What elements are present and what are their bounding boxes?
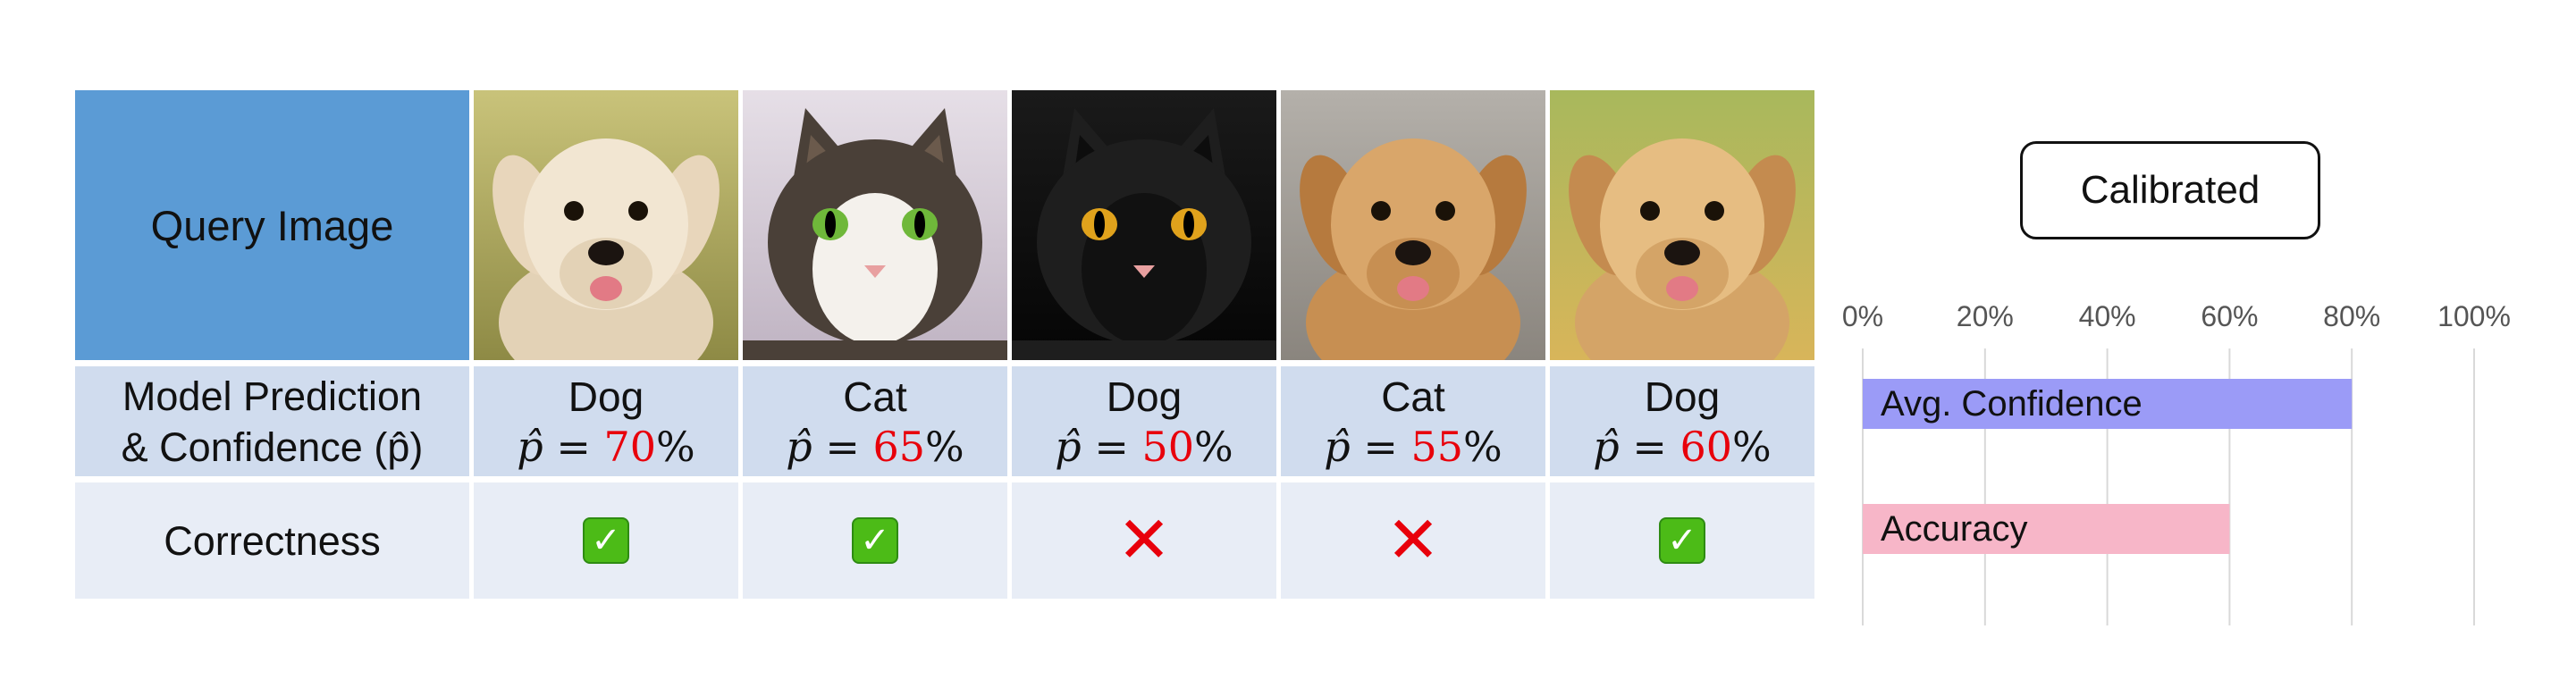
prediction-row-label: Model Prediction & Confidence (p̂) <box>75 366 469 476</box>
query-image-2 <box>743 90 1007 360</box>
tick-label: 20% <box>1957 300 2014 332</box>
prediction-table: Query Image Model Prediction & Confidenc… <box>75 90 1814 599</box>
prediction-label-line1: Model Prediction <box>122 373 423 419</box>
check-icon: ✓ <box>1659 517 1705 564</box>
tick-label: 100% <box>2437 300 2511 332</box>
calibrated-label: Calibrated <box>2080 168 2260 212</box>
query-image-label: Query Image <box>150 201 394 249</box>
confidence-value: p̂ = 50% <box>1055 422 1233 471</box>
predicted-class: Dog <box>568 373 644 420</box>
check-icon: ✓ <box>852 517 898 564</box>
prediction-cell-1: Dog p̂ = 70% <box>474 366 738 476</box>
tick-label: 60% <box>2201 300 2258 332</box>
correctness-cell-3: ✕ <box>1012 482 1276 599</box>
check-icon: ✓ <box>583 517 629 564</box>
predicted-class: Cat <box>1381 373 1445 420</box>
predicted-class: Dog <box>1106 373 1183 420</box>
prediction-cell-5: Dog p̂ = 60% <box>1550 366 1814 476</box>
query-image-4 <box>1281 90 1545 360</box>
confidence-value: p̂ = 70% <box>517 422 695 471</box>
prediction-cell-2: Cat p̂ = 65% <box>743 366 1007 476</box>
correctness-label: Correctness <box>164 517 381 564</box>
prediction-cell-3: Dog p̂ = 50% <box>1012 366 1276 476</box>
confidence-value: p̂ = 60% <box>1593 422 1772 471</box>
correctness-cell-4: ✕ <box>1281 482 1545 599</box>
dog-photo <box>474 90 738 360</box>
prediction-cell-4: Cat p̂ = 55% <box>1281 366 1545 476</box>
bar-label: Accuracy <box>1881 509 2028 549</box>
cross-icon: ✕ <box>1116 505 1172 576</box>
cat-photo <box>1012 90 1276 360</box>
prediction-label-line2: & Confidence (p̂) <box>121 424 424 470</box>
cat-photo <box>743 90 1007 360</box>
correctness-cell-2: ✓ <box>743 482 1007 599</box>
dog-photo <box>1281 90 1545 360</box>
bar-label: Avg. Confidence <box>1881 384 2142 424</box>
calibrated-badge: Calibrated <box>2020 141 2320 239</box>
predicted-class: Dog <box>1644 373 1721 420</box>
query-image-1 <box>474 90 738 360</box>
query-image-3 <box>1012 90 1276 360</box>
confidence-value: p̂ = 55% <box>1324 422 1503 471</box>
correctness-cell-5: ✓ <box>1550 482 1814 599</box>
tick-label: 40% <box>2079 300 2136 332</box>
query-image-header: Query Image <box>75 90 469 360</box>
calibration-bar-chart: 0% 20% 40% 60% 80% 100% Avg. Confidence Accurac… <box>1842 300 2511 625</box>
query-image-5 <box>1550 90 1814 360</box>
confidence-value: p̂ = 65% <box>786 422 964 471</box>
tick-label: 0% <box>1842 300 1883 332</box>
correctness-row-label: Correctness <box>75 482 469 599</box>
cross-icon: ✕ <box>1385 505 1441 576</box>
correctness-cell-1: ✓ <box>474 482 738 599</box>
tick-label: 80% <box>2323 300 2380 332</box>
predicted-class: Cat <box>843 373 907 420</box>
dog-photo <box>1550 90 1814 360</box>
